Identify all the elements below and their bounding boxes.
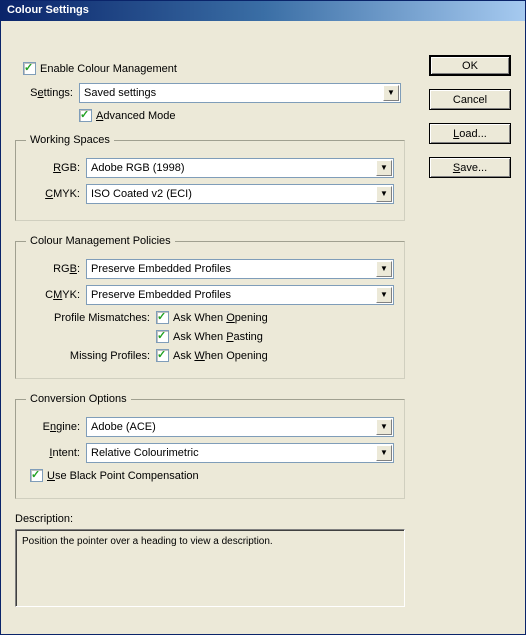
black-point-checkbox[interactable]: Use Black Point Compensation	[30, 469, 199, 482]
working-spaces-legend: Working Spaces	[26, 134, 114, 146]
chevron-down-icon: ▼	[376, 261, 392, 277]
description-block: Description: Position the pointer over a…	[15, 513, 405, 607]
chevron-down-icon: ▼	[376, 160, 392, 176]
checkbox-icon	[23, 62, 36, 75]
engine-value: Adobe (ACE)	[91, 421, 156, 433]
checkbox-icon	[30, 469, 43, 482]
chevron-down-icon: ▼	[383, 85, 399, 101]
settings-block: Settings: Saved settings ▼ Advanced Mode	[15, 83, 405, 122]
checkbox-icon	[156, 349, 169, 362]
advanced-mode-checkbox[interactable]: Advanced Mode	[79, 109, 176, 122]
main-panel: Settings: Saved settings ▼ Advanced Mode…	[15, 83, 405, 607]
description-box: Position the pointer over a heading to v…	[15, 529, 405, 607]
checkbox-icon	[156, 311, 169, 324]
policies-legend: Colour Management Policies	[26, 235, 175, 247]
missing-open-label: Ask When Opening	[173, 350, 268, 362]
ws-cmyk-select[interactable]: ISO Coated v2 (ECI) ▼	[86, 184, 394, 204]
black-point-label: Use Black Point Compensation	[47, 470, 199, 482]
checkbox-icon	[156, 330, 169, 343]
mismatch-paste-label: Ask When Pasting	[173, 331, 263, 343]
enable-label: Enable Colour Management	[40, 63, 177, 75]
missing-profiles-label: Missing Profiles:	[26, 350, 156, 362]
save-button[interactable]: Save...	[429, 157, 511, 178]
settings-label: Settings:	[19, 87, 79, 99]
colour-policies-group: Colour Management Policies RGB: Preserve…	[15, 235, 405, 379]
enable-colour-management-checkbox[interactable]: Enable Colour Management	[23, 62, 177, 75]
intent-value: Relative Colourimetric	[91, 447, 199, 459]
ws-rgb-label: RGB:	[26, 162, 86, 174]
engine-label: Engine:	[26, 421, 86, 433]
ws-cmyk-value: ISO Coated v2 (ECI)	[91, 188, 192, 200]
ws-rgb-value: Adobe RGB (1998)	[91, 162, 185, 174]
description-label: Description:	[15, 513, 405, 525]
intent-select[interactable]: Relative Colourimetric ▼	[86, 443, 394, 463]
pol-rgb-select[interactable]: Preserve Embedded Profiles ▼	[86, 259, 394, 279]
pol-cmyk-label: CMYK:	[26, 289, 86, 301]
advanced-mode-label: Advanced Mode	[96, 110, 176, 122]
titlebar: Colour Settings	[1, 1, 525, 21]
conversion-legend: Conversion Options	[26, 393, 131, 405]
intent-label: Intent:	[26, 447, 86, 459]
working-spaces-group: Working Spaces RGB: Adobe RGB (1998) ▼ C…	[15, 134, 405, 221]
cancel-button[interactable]: Cancel	[429, 89, 511, 110]
ok-button[interactable]: OK	[429, 55, 511, 76]
profile-mismatches-label: Profile Mismatches:	[26, 312, 156, 324]
colour-settings-dialog: Colour Settings Enable Colour Management…	[0, 0, 526, 635]
missing-open-checkbox[interactable]: Ask When Opening	[156, 349, 268, 362]
ws-rgb-select[interactable]: Adobe RGB (1998) ▼	[86, 158, 394, 178]
pol-cmyk-value: Preserve Embedded Profiles	[91, 289, 231, 301]
chevron-down-icon: ▼	[376, 445, 392, 461]
checkbox-icon	[79, 109, 92, 122]
mismatch-open-label: Ask When Opening	[173, 312, 268, 324]
engine-select[interactable]: Adobe (ACE) ▼	[86, 417, 394, 437]
pol-rgb-value: Preserve Embedded Profiles	[91, 263, 231, 275]
conversion-options-group: Conversion Options Engine: Adobe (ACE) ▼…	[15, 393, 405, 499]
chevron-down-icon: ▼	[376, 287, 392, 303]
chevron-down-icon: ▼	[376, 186, 392, 202]
load-button[interactable]: Load...	[429, 123, 511, 144]
dialog-content: Enable Colour Management OK Cancel Load.…	[1, 21, 525, 634]
ws-cmyk-label: CMYK:	[26, 188, 86, 200]
mismatch-open-checkbox[interactable]: Ask When Opening	[156, 311, 268, 324]
pol-rgb-label: RGB:	[26, 263, 86, 275]
pol-cmyk-select[interactable]: Preserve Embedded Profiles ▼	[86, 285, 394, 305]
settings-select[interactable]: Saved settings ▼	[79, 83, 401, 103]
settings-value: Saved settings	[84, 87, 156, 99]
button-column: OK Cancel Load... Save...	[429, 55, 511, 191]
mismatch-paste-checkbox[interactable]: Ask When Pasting	[156, 330, 263, 343]
description-text: Position the pointer over a heading to v…	[22, 536, 273, 547]
chevron-down-icon: ▼	[376, 419, 392, 435]
